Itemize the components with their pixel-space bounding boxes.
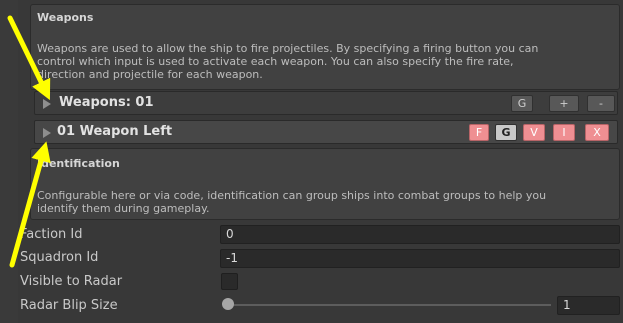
- radar-blip-size-input[interactable]: 1: [557, 296, 620, 315]
- identification-section-description: Configurable here or via code, identific…: [37, 189, 547, 215]
- weapon-v-button[interactable]: V: [523, 124, 545, 141]
- radar-blip-size-slider-track[interactable]: [228, 304, 551, 306]
- weapon-f-button[interactable]: F: [469, 124, 489, 141]
- weapons-count-label: Weapons: 01: [59, 95, 154, 110]
- weapons-section-description: Weapons are used to allow the ship to fi…: [37, 42, 539, 81]
- weapon-i-button[interactable]: I: [553, 124, 575, 141]
- weapons-section-heading: Weapons: [37, 11, 94, 24]
- squadron-id-label: Squadron Id: [20, 250, 99, 265]
- faction-id-input[interactable]: 0: [220, 225, 620, 244]
- squadron-id-input[interactable]: -1: [220, 249, 620, 268]
- weapons-list-header[interactable]: Weapons: 01 G + -: [34, 91, 618, 115]
- identification-section-heading: Identification: [37, 157, 120, 170]
- remove-weapon-button[interactable]: -: [587, 95, 615, 112]
- weapon-x-button[interactable]: X: [585, 124, 609, 141]
- foldout-arrow-icon[interactable]: [43, 99, 51, 109]
- add-weapon-button[interactable]: +: [549, 95, 579, 112]
- weapon-item-label: 01 Weapon Left: [57, 124, 173, 139]
- radar-blip-size-label: Radar Blip Size: [20, 298, 118, 313]
- inspector-left-gutter: [0, 0, 18, 323]
- weapon-g-button[interactable]: G: [495, 124, 517, 141]
- weapons-g-button[interactable]: G: [511, 95, 533, 112]
- faction-id-label: Faction Id: [20, 227, 83, 242]
- foldout-arrow-icon[interactable]: [43, 128, 51, 138]
- radar-blip-size-slider-handle[interactable]: [222, 298, 234, 310]
- visible-to-radar-label: Visible to Radar: [20, 274, 123, 289]
- weapon-item-row[interactable]: 01 Weapon Left F G V I X: [34, 120, 618, 144]
- identification-info-panel: Identification Configurable here or via …: [30, 148, 620, 220]
- visible-to-radar-checkbox[interactable]: [221, 273, 238, 290]
- weapons-info-panel: Weapons Weapons are used to allow the sh…: [30, 4, 620, 90]
